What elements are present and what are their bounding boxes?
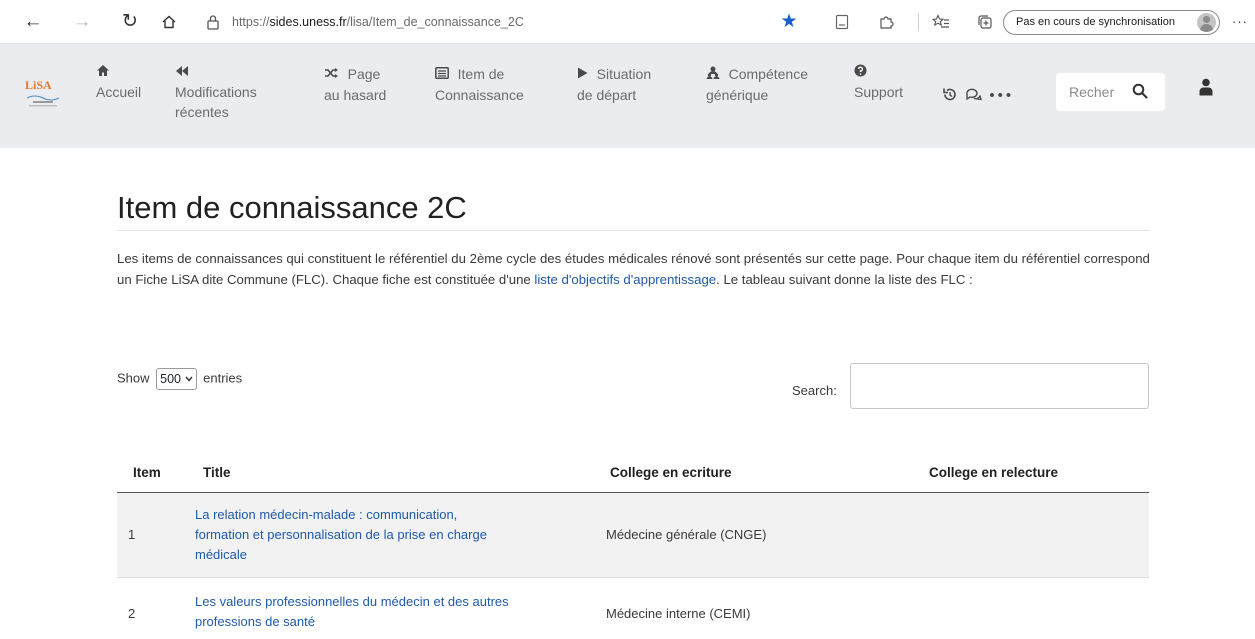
site-search — [1056, 73, 1165, 111]
nav-home[interactable]: Accueil — [96, 64, 141, 102]
table-search-label: Search: — [792, 383, 837, 398]
home-icon — [96, 64, 141, 82]
column-header-title[interactable]: Title — [203, 465, 231, 480]
url-prefix: https:// — [232, 15, 270, 29]
site-logo[interactable]: LiSA — [18, 72, 68, 116]
arrow-right-icon[interactable]: → — [71, 11, 93, 33]
page-length-control: Show 500 entries — [117, 368, 242, 390]
column-header-review-college[interactable]: College en relecture — [929, 465, 1058, 480]
title-cell: La relation médecin-malade : communicati… — [195, 505, 575, 565]
nav-competence-label-1: Compétence — [728, 66, 809, 82]
item-title-link[interactable]: Les valeurs professionnelles du médecin … — [195, 594, 509, 629]
search-icon[interactable] — [1132, 83, 1148, 99]
nav-random-label-2: au hasard — [324, 87, 387, 103]
entries-label: entries — [203, 370, 243, 386]
table-search-input[interactable] — [850, 363, 1149, 409]
intro-text-end: . Le tableau suivant donne la liste des … — [716, 272, 973, 287]
page-tools: ••• — [942, 87, 1014, 104]
nav-support[interactable]: Support — [854, 64, 903, 102]
item-title-line: professions de santé — [195, 614, 315, 629]
nav-generic-competence[interactable]: Compétence générique — [706, 64, 808, 105]
question-icon — [854, 64, 903, 82]
address-bar[interactable]: https://sides.uness.fr/lisa/Item_de_conn… — [232, 15, 524, 29]
item-number: 1 — [128, 527, 136, 542]
more-tools-icon[interactable]: ••• — [989, 87, 1014, 104]
nav-home-label: Accueil — [96, 84, 142, 100]
table-row: 1 La relation médecin-malade : communica… — [117, 493, 1149, 577]
learning-objectives-link[interactable]: liste d'objectifs d'apprentissage — [534, 272, 716, 287]
home-icon[interactable] — [158, 11, 180, 33]
item-title-line: La relation médecin-malade : communicati… — [195, 507, 458, 522]
title-divider — [117, 230, 1150, 231]
avatar — [1197, 13, 1216, 32]
nav-knowledge-label-2: Connaissance — [435, 87, 524, 103]
nav-random-page[interactable]: Page au hasard — [324, 64, 386, 105]
nav-knowledge-item[interactable]: Item de Connaissance — [435, 64, 524, 105]
writing-college: Médecine générale (CNGE) — [606, 527, 767, 542]
nav-situation-label-1: Situation — [596, 66, 652, 82]
history-icon[interactable] — [942, 87, 958, 102]
shuffle-icon — [324, 67, 343, 82]
chat-icon[interactable] — [965, 87, 983, 102]
show-label: Show — [117, 370, 150, 386]
more-options-icon[interactable]: ··· — [1229, 11, 1251, 33]
nav-recent-label-1: Modifications — [175, 84, 257, 100]
nav-competence-label-2: générique — [706, 87, 769, 103]
lock-icon[interactable] — [206, 14, 220, 30]
play-icon — [577, 67, 592, 82]
star-icon[interactable]: ★ — [778, 11, 800, 33]
item-title-line: médicale — [195, 547, 248, 562]
nav-random-label-1: Page — [347, 66, 381, 82]
url-path: /lisa/Item_de_connaissance_2C — [346, 15, 524, 29]
logo-text: LiSA — [25, 78, 52, 92]
chevron-down-icon — [184, 376, 193, 382]
nav-knowledge-label-1: Item de — [457, 66, 505, 82]
title-cell: Les valeurs professionnelles du médecin … — [195, 592, 575, 632]
nav-support-label: Support — [854, 84, 904, 100]
sync-status-label: Pas en cours de synchronisation — [1016, 16, 1175, 28]
page-length-select[interactable]: 500 — [156, 368, 197, 390]
sync-status-button[interactable]: Pas en cours de synchronisation — [1003, 10, 1220, 35]
nav-situation-label-2: de départ — [577, 87, 637, 103]
arrow-left-icon[interactable]: ← — [22, 11, 44, 33]
toolbar-separator — [918, 13, 919, 31]
item-title-line: formation et personnalisation de la pris… — [195, 527, 487, 542]
page-title: Item de connaissance 2C — [117, 190, 467, 225]
item-number: 2 — [128, 606, 136, 621]
column-header-item[interactable]: Item — [133, 465, 161, 480]
logo-mark-icon — [26, 95, 60, 107]
intro-paragraph: Les items de connaissances qui constitue… — [117, 248, 1157, 290]
column-header-writing-college[interactable]: College en ecriture — [610, 465, 732, 480]
favorites-list-icon[interactable] — [930, 11, 952, 33]
puzzle-icon[interactable] — [875, 11, 897, 33]
writing-college: Médecine interne (CEMI) — [606, 606, 751, 621]
page-length-value: 500 — [160, 372, 182, 386]
reader-icon[interactable] — [831, 11, 853, 33]
nav-recent-label-2: récentes — [175, 104, 229, 120]
nav-starting-situation[interactable]: Situation de départ — [577, 64, 651, 105]
list-icon — [435, 67, 453, 82]
search-input[interactable] — [1056, 73, 1128, 111]
item-title-link[interactable]: La relation médecin-malade : communicati… — [195, 507, 487, 562]
item-title-line: Les valeurs professionnelles du médecin … — [195, 594, 509, 609]
nav-recent-changes[interactable]: Modifications récentes — [175, 64, 257, 122]
backward-icon — [175, 64, 257, 82]
users-icon — [706, 66, 724, 82]
table-row: 2 Les valeurs professionnelles du médeci… — [117, 578, 1149, 639]
url-host: sides.uness.fr — [269, 15, 347, 29]
site-navbar: LiSA Accueil Modifications récentes Page… — [0, 44, 1255, 148]
user-icon[interactable] — [1199, 78, 1213, 96]
browser-toolbar: ← → ↻ https://sides.uness.fr/lisa/Item_d… — [0, 0, 1255, 44]
collections-icon[interactable] — [974, 11, 996, 33]
reload-icon[interactable]: ↻ — [119, 11, 141, 33]
